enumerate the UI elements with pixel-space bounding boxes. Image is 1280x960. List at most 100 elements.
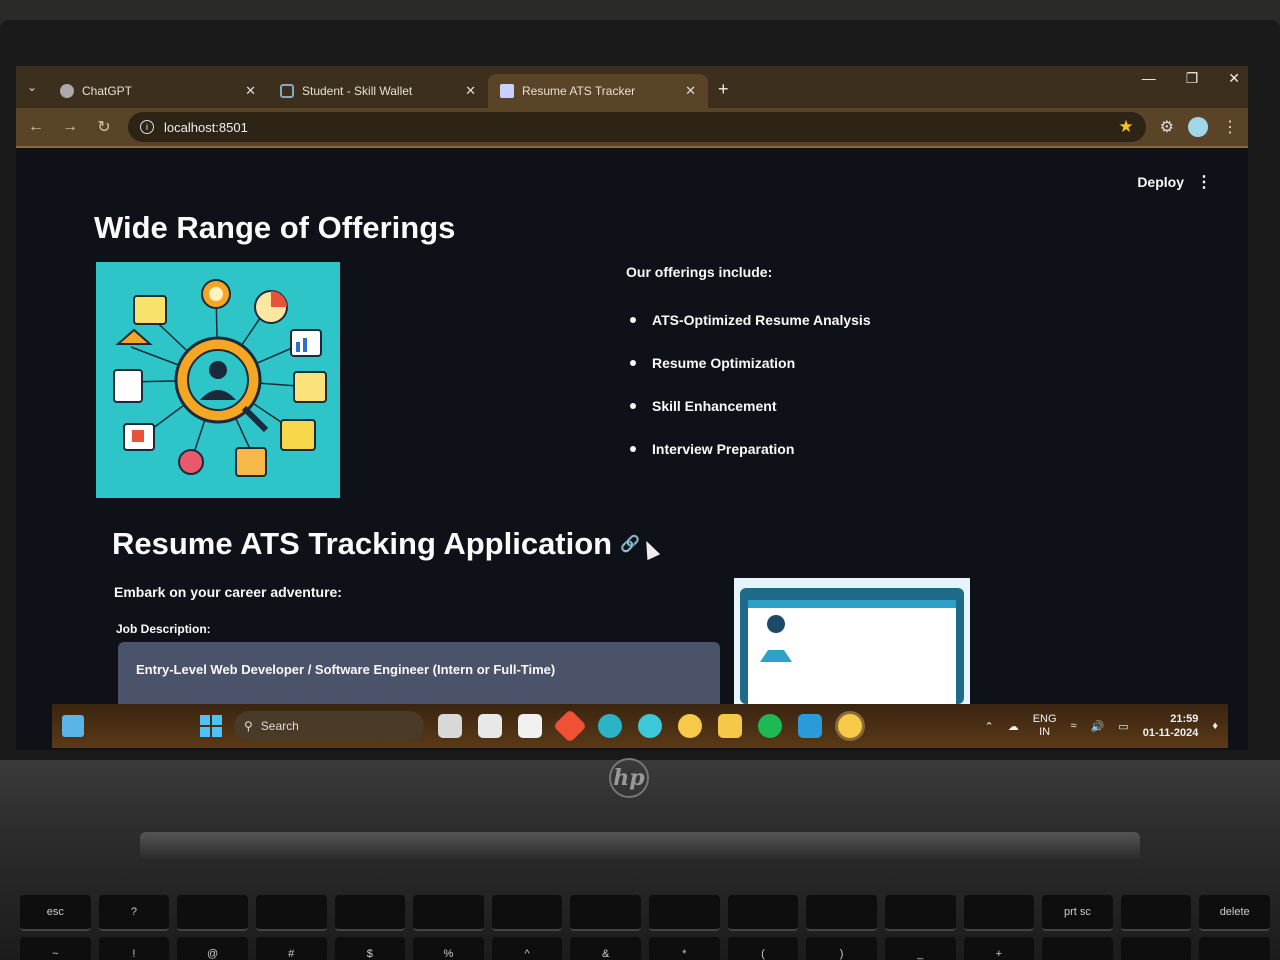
extensions-puzzle-icon[interactable]: ⚙: [1160, 117, 1174, 137]
job-description-textarea[interactable]: Entry-Level Web Developer / Software Eng…: [118, 642, 720, 704]
new-tab-icon[interactable]: +: [708, 79, 739, 108]
chrome-icon[interactable]: [678, 714, 702, 738]
chatgpt-favicon-icon: [60, 84, 74, 98]
key[interactable]: [806, 895, 877, 931]
key[interactable]: ^: [491, 937, 563, 960]
function-key-row: esc ? prt sc delete: [20, 895, 1270, 931]
volume-icon[interactable]: 🔊: [1091, 720, 1105, 733]
key[interactable]: &: [570, 937, 641, 960]
task-view-icon[interactable]: [438, 714, 462, 738]
key[interactable]: [1120, 937, 1192, 960]
main-menu-icon[interactable]: ⋮: [1196, 172, 1212, 192]
key[interactable]: [1120, 895, 1192, 931]
monitor-graphic: [740, 588, 964, 704]
key[interactable]: *: [649, 937, 720, 960]
bookmark-star-icon[interactable]: ★: [1118, 117, 1133, 137]
edge-icon[interactable]: [598, 714, 622, 738]
offerings-intro: Our offerings include:: [626, 264, 773, 280]
close-window-icon[interactable]: ✕: [1228, 70, 1240, 87]
tab-skill-wallet[interactable]: Student - Skill Wallet ✕: [268, 74, 488, 108]
key[interactable]: ~: [20, 937, 91, 960]
key[interactable]: #: [255, 937, 327, 960]
key[interactable]: [727, 895, 799, 931]
hp-logo: hp: [609, 758, 649, 798]
key[interactable]: [963, 895, 1035, 931]
key[interactable]: @: [177, 937, 248, 960]
git-icon[interactable]: [553, 709, 587, 743]
folder-icon[interactable]: [718, 714, 742, 738]
key[interactable]: [884, 895, 956, 931]
bullet-icon: [630, 402, 636, 409]
widgets-icon[interactable]: [62, 715, 84, 737]
forward-arrow-icon[interactable]: →: [60, 118, 80, 136]
chevron-up-icon[interactable]: ⌃: [984, 720, 993, 733]
deploy-button[interactable]: Deploy: [1137, 174, 1184, 190]
streamlit-page: Deploy ⋮ Wide Range of Offerings Our off…: [16, 150, 1248, 704]
lang-code: ENG: [1032, 713, 1057, 725]
search-icon: ⚲: [244, 719, 253, 733]
key[interactable]: [570, 895, 641, 931]
key[interactable]: %: [413, 937, 484, 960]
key[interactable]: esc: [20, 895, 91, 931]
url-text[interactable]: localhost:8501: [164, 120, 1108, 135]
anchor-link-icon[interactable]: 🔗: [620, 534, 640, 554]
key[interactable]: ?: [98, 895, 170, 931]
key[interactable]: [177, 895, 248, 931]
tagline-text: Embark on your career adventure:: [114, 584, 342, 600]
minimize-icon[interactable]: —: [1142, 70, 1156, 87]
close-tab-icon[interactable]: ✕: [685, 83, 696, 99]
key[interactable]: [1042, 937, 1113, 960]
region-code: IN: [1039, 726, 1051, 738]
spotify-icon[interactable]: [758, 714, 782, 738]
key[interactable]: prt sc: [1042, 895, 1113, 931]
key[interactable]: [334, 895, 406, 931]
back-arrow-icon[interactable]: ←: [26, 118, 46, 136]
tab-search-dropdown-icon[interactable]: ⌄: [16, 66, 48, 108]
clock[interactable]: 21:59 01-11-2024: [1143, 712, 1199, 740]
job-description-label: Job Description:: [116, 622, 211, 636]
key[interactable]: (: [727, 937, 799, 960]
file-explorer-icon[interactable]: [478, 714, 502, 738]
tab-chatgpt[interactable]: ChatGPT ✕: [48, 74, 268, 108]
reload-icon[interactable]: ↻: [94, 117, 114, 137]
app-icon[interactable]: [638, 714, 662, 738]
mouse-cursor-icon: [639, 537, 661, 561]
list-item: Resume Optimization: [630, 341, 871, 384]
key[interactable]: +: [963, 937, 1035, 960]
bullet-icon: [630, 445, 636, 452]
address-bar[interactable]: i localhost:8501 ★: [128, 112, 1146, 142]
wifi-icon[interactable]: ≈: [1071, 720, 1077, 732]
chrome-active-icon[interactable]: [838, 714, 862, 738]
key[interactable]: [491, 895, 563, 931]
monitor-screen-graphic: [748, 600, 956, 704]
start-windows-icon[interactable]: [200, 715, 222, 737]
battery-icon[interactable]: ▭: [1118, 720, 1128, 733]
key[interactable]: _: [884, 937, 956, 960]
key[interactable]: [649, 895, 720, 931]
site-info-icon[interactable]: i: [140, 120, 154, 134]
key[interactable]: $: [334, 937, 406, 960]
key[interactable]: [413, 895, 484, 931]
taskbar-search[interactable]: ⚲ Search: [234, 711, 424, 741]
key[interactable]: delete: [1199, 895, 1270, 931]
offering-label: Skill Enhancement: [652, 397, 777, 414]
store-icon[interactable]: [518, 714, 542, 738]
onedrive-cloud-icon[interactable]: ☁: [1008, 720, 1019, 733]
offering-label: Resume Optimization: [652, 354, 796, 371]
profile-avatar-icon[interactable]: [1188, 117, 1208, 137]
tab-title: ChatGPT: [82, 84, 133, 98]
vscode-icon[interactable]: [798, 714, 822, 738]
key[interactable]: [1199, 937, 1270, 960]
browser-menu-icon[interactable]: ⋮: [1222, 117, 1238, 137]
close-tab-icon[interactable]: ✕: [465, 83, 476, 99]
close-tab-icon[interactable]: ✕: [245, 83, 256, 99]
person-avatar-icon: [760, 615, 792, 662]
key[interactable]: ): [806, 937, 877, 960]
tab-resume-ats[interactable]: Resume ATS Tracker ✕: [488, 74, 708, 108]
key[interactable]: [255, 895, 327, 931]
language-indicator[interactable]: ENG IN: [1033, 713, 1057, 739]
notification-bell-icon[interactable]: ♦: [1212, 720, 1218, 732]
restore-icon[interactable]: ❐: [1186, 70, 1199, 87]
key[interactable]: !: [98, 937, 170, 960]
app-title-text: Resume ATS Tracking Application: [112, 526, 613, 561]
